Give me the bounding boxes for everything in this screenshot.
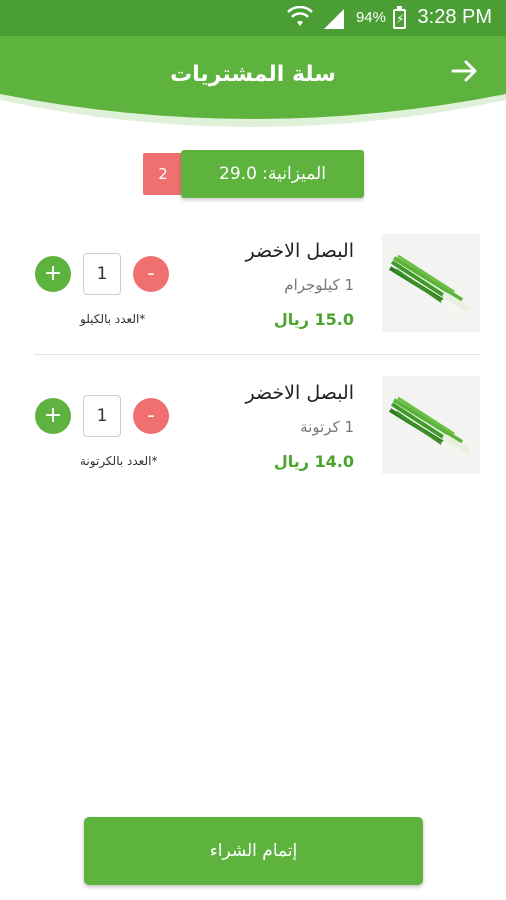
arrow-right-icon[interactable] — [450, 56, 480, 86]
product-image — [382, 376, 480, 474]
product-unit: 1 كيلوجرام — [284, 276, 354, 294]
quantity-field[interactable]: 1 — [83, 253, 121, 295]
status-bar: 94% ⚡ 3:28 PM — [0, 0, 506, 36]
product-unit: 1 كرتونة — [300, 418, 354, 436]
product-name: البصل الاخضر — [245, 240, 354, 262]
decrement-button[interactable]: - — [133, 398, 169, 434]
battery-percent: 94% — [355, 9, 386, 26]
increment-button[interactable]: + — [35, 398, 71, 434]
budget-label: الميزانية: 29.0 — [181, 150, 364, 198]
quantity-field[interactable]: 1 — [83, 395, 121, 437]
cart-count-badge: 2 — [143, 153, 183, 195]
product-price: 14.0 ريال — [273, 452, 354, 471]
battery-charging-icon: ⚡ — [393, 6, 406, 29]
signal-icon — [324, 9, 344, 29]
product-image — [382, 234, 480, 332]
cart-item: البصل الاخضر 1 كيلوجرام 15.0 ريال - 1 + … — [0, 234, 506, 354]
app-header: سلة المشتريات — [0, 36, 506, 130]
checkout-button[interactable]: إتمام الشراء — [84, 817, 423, 885]
divider — [34, 354, 480, 355]
page-title: سلة المشتريات — [170, 62, 336, 87]
cart-item: البصل الاخضر 1 كرتونة 14.0 ريال - 1 + *ا… — [0, 376, 506, 496]
decrement-button[interactable]: - — [133, 256, 169, 292]
clock: 3:28 PM — [417, 6, 492, 28]
wifi-icon — [287, 6, 313, 26]
increment-button[interactable]: + — [35, 256, 71, 292]
product-price: 15.0 ريال — [273, 310, 354, 329]
product-name: البصل الاخضر — [245, 382, 354, 404]
quantity-note: *العدد بالكرتونة — [80, 454, 158, 468]
quantity-note: *العدد بالكيلو — [80, 312, 146, 326]
